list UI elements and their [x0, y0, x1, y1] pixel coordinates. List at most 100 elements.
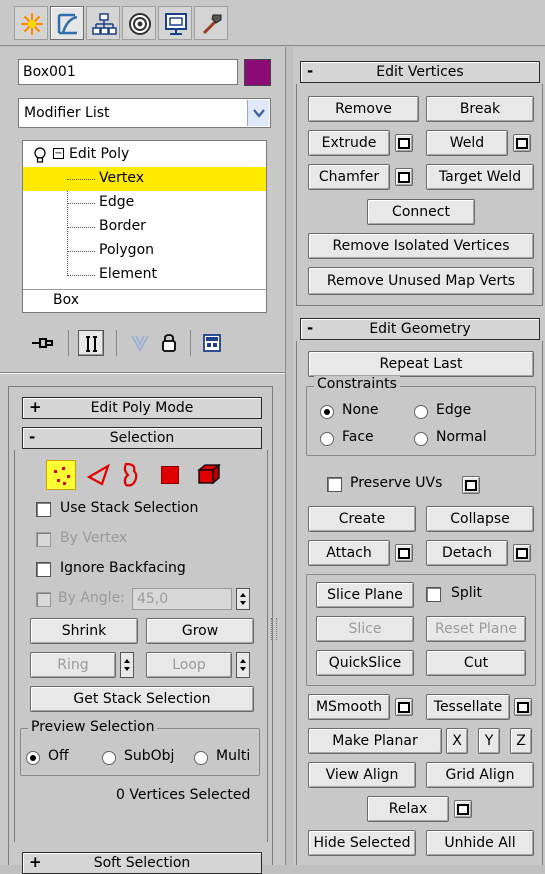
- get-stack-selection-button[interactable]: Get Stack Selection: [30, 686, 254, 712]
- chamfer-settings-button[interactable]: [395, 168, 413, 186]
- stack-item-border[interactable]: Border: [23, 215, 266, 239]
- shrink-button[interactable]: Shrink: [30, 618, 138, 644]
- display-tab[interactable]: [158, 6, 192, 40]
- quickslice-button[interactable]: QuickSlice: [316, 650, 414, 676]
- by-angle-checkbox[interactable]: [36, 592, 51, 607]
- connect-button[interactable]: Connect: [367, 199, 475, 225]
- edit-vertices-rollout[interactable]: - Edit Vertices: [300, 61, 540, 83]
- soft-selection-rollout[interactable]: + Soft Selection: [22, 852, 262, 874]
- cut-button[interactable]: Cut: [426, 650, 526, 676]
- tessellate-settings-button[interactable]: [514, 698, 532, 716]
- selection-rollout[interactable]: - Selection: [22, 427, 262, 449]
- object-name-field[interactable]: Box001: [18, 59, 238, 85]
- attach-button[interactable]: Attach: [308, 540, 390, 566]
- create-tab[interactable]: [14, 6, 48, 40]
- motion-tab[interactable]: [122, 6, 156, 40]
- msmooth-settings-button[interactable]: [395, 698, 413, 716]
- stack-item-element[interactable]: Element: [23, 263, 266, 287]
- detach-settings-button[interactable]: [513, 544, 531, 562]
- angle-field[interactable]: 45,0: [132, 588, 232, 610]
- split-checkbox[interactable]: [426, 587, 441, 602]
- attach-settings-button[interactable]: [395, 544, 413, 562]
- reset-plane-button[interactable]: Reset Plane: [426, 616, 526, 642]
- modifier-list-dropdown[interactable]: Modifier List: [18, 98, 271, 128]
- collapse-button[interactable]: Collapse: [426, 506, 534, 532]
- tessellate-button[interactable]: Tessellate: [426, 694, 510, 720]
- constraint-normal-radio[interactable]: [414, 432, 428, 446]
- stack-item-box[interactable]: Box: [23, 289, 266, 313]
- grow-button[interactable]: Grow: [146, 618, 254, 644]
- grid-align-button[interactable]: Grid Align: [426, 762, 534, 788]
- pin-stack-icon[interactable]: [30, 334, 54, 352]
- utilities-tab[interactable]: [194, 6, 228, 40]
- hierarchy-tab[interactable]: [86, 6, 120, 40]
- preview-subobj-radio[interactable]: [102, 751, 116, 765]
- object-color-swatch[interactable]: [244, 59, 271, 86]
- make-planar-button[interactable]: Make Planar: [308, 728, 442, 754]
- edge-icon[interactable]: [86, 463, 112, 487]
- border-icon[interactable]: [120, 461, 142, 489]
- unhide-all-button[interactable]: Unhide All: [426, 830, 534, 856]
- planar-x-button[interactable]: X: [446, 728, 468, 754]
- preview-multi-radio[interactable]: [194, 751, 208, 765]
- edit-poly-mode-rollout[interactable]: + Edit Poly Mode: [22, 397, 262, 419]
- button-label: Chamfer: [318, 169, 380, 185]
- break-button[interactable]: Break: [426, 96, 534, 122]
- configure-modifier-sets-icon[interactable]: [202, 333, 222, 353]
- slice-button[interactable]: Slice: [316, 616, 414, 642]
- relax-button[interactable]: Relax: [367, 796, 449, 822]
- scroll-grip[interactable]: [271, 618, 277, 640]
- make-unique-icon[interactable]: [130, 334, 150, 352]
- chevron-down-icon[interactable]: [247, 100, 269, 126]
- panel-splitter[interactable]: [285, 47, 293, 865]
- remove-unused-map-verts-button[interactable]: Remove Unused Map Verts: [308, 267, 534, 295]
- stack-item-vertex[interactable]: Vertex: [23, 167, 266, 191]
- ignore-backfacing-checkbox[interactable]: [36, 562, 51, 577]
- vertex-mode-button[interactable]: [46, 460, 76, 490]
- detach-button[interactable]: Detach: [426, 540, 508, 566]
- stack-item-edge[interactable]: Edge: [23, 191, 266, 215]
- view-align-button[interactable]: View Align: [308, 762, 416, 788]
- lightbulb-icon[interactable]: [33, 147, 47, 163]
- by-vertex-checkbox[interactable]: [36, 532, 51, 547]
- msmooth-button[interactable]: MSmooth: [308, 694, 390, 720]
- use-stack-selection-checkbox[interactable]: [36, 502, 51, 517]
- planar-z-button[interactable]: Z: [510, 728, 532, 754]
- weld-settings-button[interactable]: [513, 134, 531, 152]
- remove-isolated-vertices-button[interactable]: Remove Isolated Vertices: [308, 233, 534, 259]
- preview-off-radio[interactable]: [26, 751, 40, 765]
- ring-spinner[interactable]: [120, 652, 134, 678]
- repeat-last-button[interactable]: Repeat Last: [308, 351, 534, 377]
- constraint-face-radio[interactable]: [320, 432, 334, 446]
- edit-geometry-rollout[interactable]: - Edit Geometry: [300, 318, 540, 340]
- collapse-icon[interactable]: −: [53, 148, 64, 159]
- preserve-uvs-settings-button[interactable]: [462, 476, 480, 494]
- remove-button[interactable]: Remove: [308, 96, 419, 122]
- planar-y-button[interactable]: Y: [478, 728, 500, 754]
- extrude-settings-button[interactable]: [395, 134, 413, 152]
- hide-selected-button[interactable]: Hide Selected: [308, 830, 416, 856]
- relax-settings-button[interactable]: [454, 800, 472, 818]
- loop-button[interactable]: Loop: [146, 652, 232, 678]
- ring-button[interactable]: Ring: [30, 652, 116, 678]
- show-end-result-button[interactable]: [78, 330, 104, 356]
- remove-modifier-icon[interactable]: [160, 333, 178, 353]
- angle-spinner[interactable]: [236, 588, 250, 610]
- extrude-button[interactable]: Extrude: [308, 130, 390, 156]
- button-label: Loop: [172, 657, 206, 673]
- polygon-icon[interactable]: [161, 466, 179, 484]
- constraint-none-radio[interactable]: [320, 405, 334, 419]
- target-weld-button[interactable]: Target Weld: [426, 164, 534, 190]
- preserve-uvs-checkbox[interactable]: [327, 477, 342, 492]
- button-label: Break: [459, 101, 501, 117]
- weld-button[interactable]: Weld: [426, 130, 508, 156]
- slice-plane-button[interactable]: Slice Plane: [316, 582, 414, 608]
- chamfer-button[interactable]: Chamfer: [308, 164, 390, 190]
- modify-tab[interactable]: [50, 6, 84, 40]
- create-button[interactable]: Create: [308, 506, 416, 532]
- constraint-edge-radio[interactable]: [414, 405, 428, 419]
- loop-spinner[interactable]: [236, 652, 250, 678]
- stack-item-polygon[interactable]: Polygon: [23, 239, 266, 263]
- element-icon[interactable]: [196, 462, 222, 486]
- stack-item-edit-poly[interactable]: − Edit Poly: [23, 143, 266, 167]
